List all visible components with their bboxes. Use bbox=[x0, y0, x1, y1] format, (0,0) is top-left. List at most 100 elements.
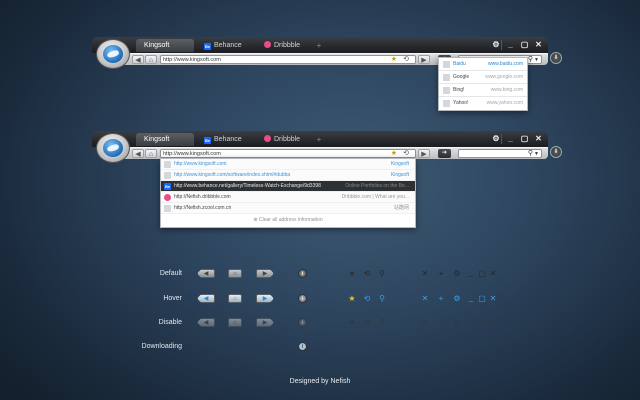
address-text: http://www.kingsoft.com bbox=[163, 57, 221, 63]
new-tab-button[interactable]: + bbox=[314, 41, 324, 50]
tab-behance[interactable]: Be Behance bbox=[196, 133, 254, 146]
clear-label: Clear all address information bbox=[258, 217, 323, 223]
back-button-hover[interactable]: ◀ bbox=[197, 294, 215, 303]
refresh-icon-hover[interactable]: ⟲ bbox=[362, 294, 372, 304]
forward-button-hover[interactable]: ▶ bbox=[256, 294, 274, 303]
engine-name: Bing! bbox=[453, 87, 465, 93]
tab-dribbble[interactable]: Dribbble bbox=[256, 133, 314, 146]
search-engine-item[interactable]: Baidu www.baidu.com bbox=[439, 58, 527, 71]
back-button[interactable]: ◀ bbox=[132, 55, 144, 64]
refresh-icon-disabled: ⟲ bbox=[363, 318, 371, 327]
address-bar[interactable]: http://www.kingsoft.com ★ ⟲ bbox=[160, 55, 416, 64]
suggestion-item[interactable]: http://www.kingsoft.com/software/index.s… bbox=[161, 170, 415, 181]
close-icon-default[interactable]: ✕ bbox=[420, 269, 430, 279]
tab-label: Dribbble bbox=[274, 42, 301, 49]
search-engine-item[interactable]: Yahoo! www.yahoo.com bbox=[439, 97, 527, 110]
gear-icon-default[interactable]: ⚙ bbox=[452, 269, 462, 279]
download-button-default[interactable]: ⬇ bbox=[298, 269, 307, 278]
page-icon bbox=[164, 172, 171, 179]
download-button-hover[interactable]: ⬇ bbox=[298, 294, 307, 303]
minimize-icon-default[interactable]: _ bbox=[466, 268, 476, 278]
settings-gear-icon[interactable]: ⚙ bbox=[491, 40, 502, 50]
kingsoft-logo bbox=[96, 39, 130, 69]
engine-url: www.yahoo.com bbox=[486, 100, 523, 106]
suggestion-item[interactable]: http://Nefish.zcool.com.cn 站酷网 bbox=[161, 203, 415, 214]
close-window-icon-default[interactable]: ✕ bbox=[488, 269, 498, 279]
google-icon bbox=[443, 74, 450, 81]
tab-kingsoft[interactable]: Kingsoft bbox=[136, 39, 194, 52]
back-button-default[interactable]: ◀ bbox=[197, 269, 215, 278]
kingsoft-logo bbox=[96, 133, 130, 163]
tab-label: Dribbble bbox=[274, 136, 301, 143]
home-button-hover[interactable]: ⌂ bbox=[228, 294, 242, 303]
maximize-button[interactable]: ▢ bbox=[519, 40, 530, 50]
maximize-button[interactable]: ▢ bbox=[519, 134, 530, 144]
gear-icon-disabled: ⚙ bbox=[453, 318, 461, 327]
minimize-icon-hover[interactable]: _ bbox=[466, 293, 476, 303]
star-icon-hover[interactable]: ★ bbox=[347, 294, 357, 304]
search-engine-item[interactable]: Google www.google.com bbox=[439, 71, 527, 84]
gear-icon-hover[interactable]: ⚙ bbox=[452, 294, 462, 304]
page-icon bbox=[164, 205, 171, 212]
state-label-default: Default bbox=[159, 270, 182, 277]
search-icon-disabled: ⚲ bbox=[379, 318, 385, 327]
back-button[interactable]: ◀ bbox=[132, 149, 144, 158]
bookmark-star-icon[interactable]: ★ bbox=[391, 150, 397, 158]
tab-dribbble[interactable]: Dribbble bbox=[256, 39, 314, 52]
plus-icon-default[interactable]: + bbox=[436, 269, 446, 279]
forward-button[interactable]: ▶ bbox=[418, 149, 430, 158]
suggestion-item[interactable]: http://Nefish.dribbble.com Dribbble.com |… bbox=[161, 192, 415, 203]
home-button[interactable]: ⌂ bbox=[145, 149, 157, 158]
settings-gear-icon[interactable]: ⚙ bbox=[491, 134, 502, 144]
maximize-icon-default[interactable]: ▢ bbox=[477, 269, 487, 279]
download-button-downloading[interactable]: ⬇ bbox=[298, 342, 307, 351]
close-window-icon-hover[interactable]: ✕ bbox=[488, 294, 498, 304]
behance-icon: Be bbox=[164, 183, 171, 190]
suggestion-url: http://www.behance.net/gallery/Timeless-… bbox=[174, 183, 321, 189]
address-bar[interactable]: http://www.kingsoft.com ★ ⟲ bbox=[160, 149, 416, 158]
tab-behance[interactable]: Be Behance bbox=[196, 39, 254, 52]
chevron-down-icon[interactable]: ▼ bbox=[534, 150, 539, 158]
title-bar: Kingsoft Be Behance Dribbble + ⚙ _ ▢ ✕ bbox=[92, 131, 548, 147]
back-button-disabled: ◀ bbox=[197, 318, 215, 327]
minimize-button[interactable]: _ bbox=[505, 40, 516, 50]
suggestion-url: http://www.kingsoft.com/software/index.s… bbox=[174, 172, 291, 178]
go-button[interactable]: ➔ bbox=[438, 149, 451, 158]
suggestion-url: http://Nefish.dribbble.com bbox=[174, 194, 231, 200]
home-button-disabled: ⌂ bbox=[228, 318, 242, 327]
refresh-icon[interactable]: ⟲ bbox=[403, 150, 409, 158]
refresh-icon-default[interactable]: ⟲ bbox=[362, 269, 372, 279]
plus-icon-hover[interactable]: + bbox=[436, 294, 446, 304]
home-button[interactable]: ⌂ bbox=[145, 55, 157, 64]
home-button-default[interactable]: ⌂ bbox=[228, 269, 242, 278]
new-tab-button[interactable]: + bbox=[314, 135, 324, 144]
suggestion-desc: Dribbble.com | What are you... bbox=[341, 194, 409, 200]
suggestion-item[interactable]: http://www.kingsoft.com Kingsoft bbox=[161, 159, 415, 170]
search-box[interactable]: ⚲ ▼ bbox=[458, 149, 542, 158]
chevron-down-icon[interactable]: ▼ bbox=[534, 56, 539, 64]
clear-history-button[interactable]: ⊗ Clear all address information bbox=[161, 214, 415, 227]
star-icon-default[interactable]: ★ bbox=[347, 269, 357, 279]
bookmark-star-icon[interactable]: ★ bbox=[391, 56, 397, 64]
search-engine-item[interactable]: Bing! www.bing.com bbox=[439, 84, 527, 97]
search-icon[interactable]: ⚲ bbox=[528, 55, 533, 63]
designer-credit: Designed by Nefish bbox=[289, 378, 351, 385]
tab-kingsoft[interactable]: Kingsoft bbox=[136, 133, 194, 146]
maximize-icon-hover[interactable]: ▢ bbox=[477, 294, 487, 304]
refresh-icon[interactable]: ⟲ bbox=[403, 56, 409, 64]
forward-button[interactable]: ▶ bbox=[418, 55, 430, 64]
address-suggestions-dropdown: http://www.kingsoft.com Kingsoft http://w… bbox=[160, 158, 416, 228]
forward-button-default[interactable]: ▶ bbox=[256, 269, 274, 278]
search-icon[interactable]: ⚲ bbox=[528, 149, 533, 157]
close-button[interactable]: ✕ bbox=[533, 40, 544, 50]
search-icon-default[interactable]: ⚲ bbox=[377, 269, 387, 279]
download-button[interactable]: ⬇ bbox=[550, 146, 562, 158]
suggestion-item[interactable]: Be http://www.behance.net/gallery/Timeles… bbox=[161, 181, 415, 192]
minimize-button[interactable]: _ bbox=[505, 134, 516, 144]
search-icon-hover[interactable]: ⚲ bbox=[377, 294, 387, 304]
close-icon-hover[interactable]: ✕ bbox=[420, 294, 430, 304]
suggestion-url: http://www.kingsoft.com bbox=[174, 161, 227, 167]
download-button-disabled: ⬇ bbox=[298, 318, 307, 327]
download-button[interactable]: ⬇ bbox=[550, 52, 562, 64]
close-button[interactable]: ✕ bbox=[533, 134, 544, 144]
